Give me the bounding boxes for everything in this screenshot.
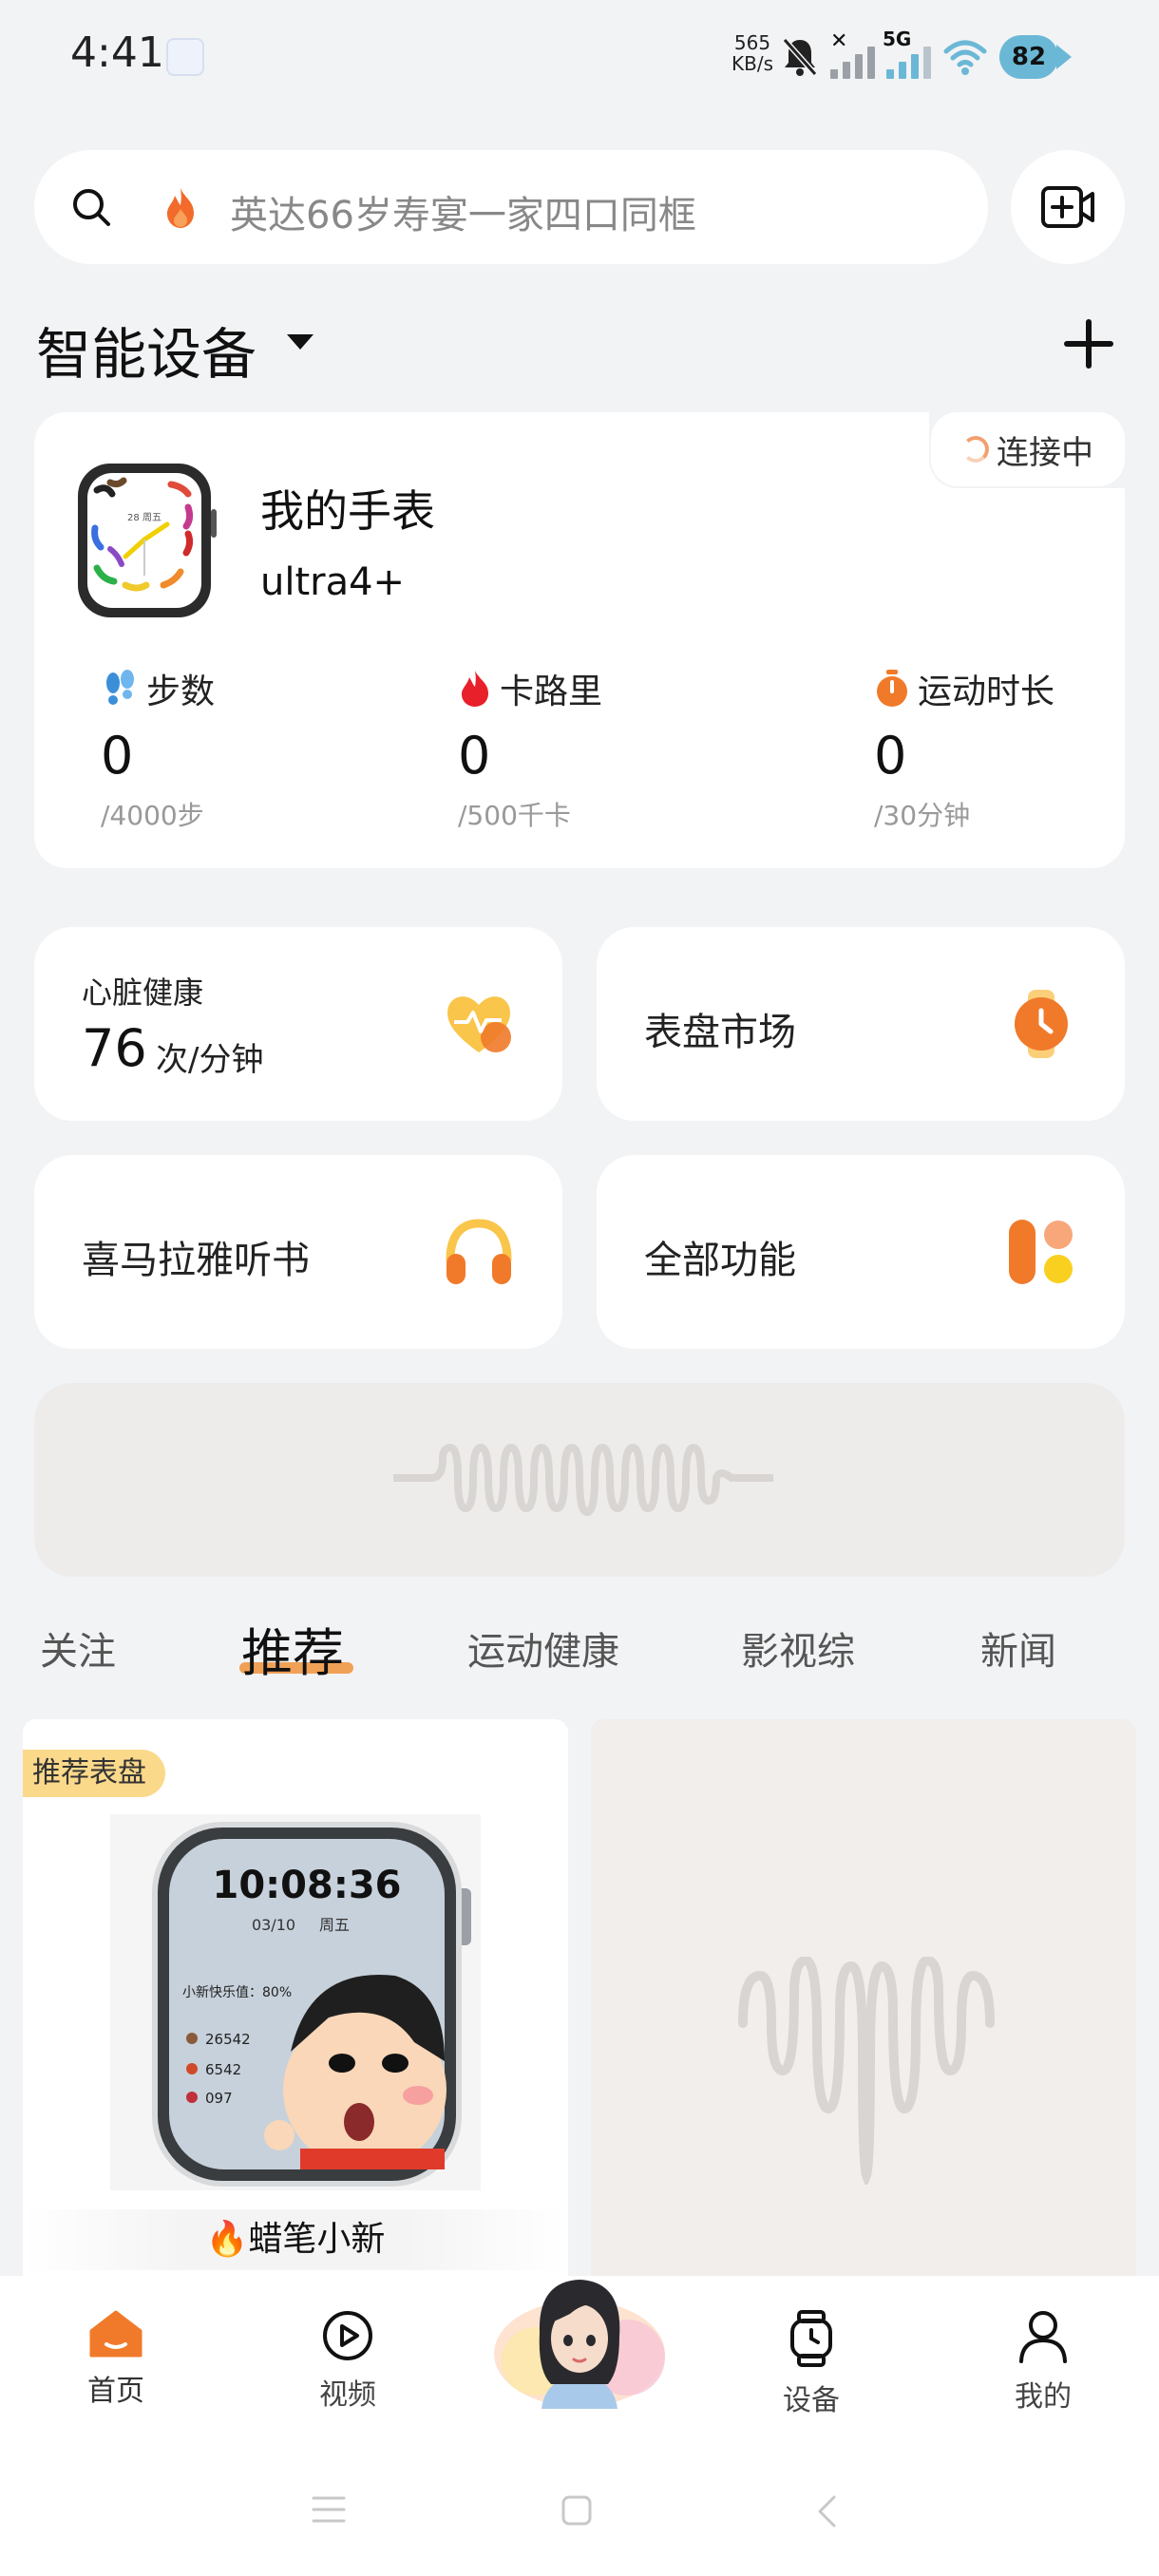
smart-devices-title[interactable]: 智能设备 (36, 310, 256, 389)
audiobook-label: 喜马拉雅听书 (82, 1239, 310, 1282)
heart-rate-value: 76 (82, 1018, 147, 1078)
nav-video-label: 视频 (319, 2378, 376, 2412)
svg-text:小新快乐值：80%: 小新快乐值：80% (182, 1985, 292, 2000)
watch-face-market-icon (1015, 990, 1068, 1058)
watch-face-market-label: 表盘市场 (644, 1011, 796, 1054)
stat-calories-value: 0 (458, 726, 491, 786)
trending-flame-icon (167, 188, 194, 228)
feed-caption: 🔥蜡笔小新 (23, 2209, 568, 2270)
signal-no-sim-icon: ✕ (830, 29, 875, 79)
home-icon (89, 2310, 142, 2358)
back-icon[interactable] (815, 2494, 838, 2529)
all-functions-icon (1009, 1220, 1073, 1284)
signal-5g-icon: 5G (883, 28, 931, 79)
feed-card-loading[interactable] (591, 1719, 1136, 2289)
status-bar: 4:41 565 KB/s ✕ 5G 82 (0, 0, 1159, 114)
stopwatch-icon (877, 670, 907, 707)
tab-follow[interactable]: 关注 (40, 1620, 116, 1676)
feed-card-watch-face[interactable]: 推荐表盘 10:08:36 03/10 周五 小新快乐值：80% 26542 6… (23, 1719, 568, 2289)
heart-health-title: 心脏健康 (82, 975, 204, 1011)
bell-muted-icon (782, 38, 818, 76)
svg-text:097: 097 (205, 2090, 233, 2107)
heart-rate-unit: 次/分钟 (156, 1041, 264, 1079)
all-functions-card[interactable]: 全部功能 (597, 1155, 1125, 1349)
tab-recommended[interactable]: 推荐 (241, 1611, 344, 1686)
svg-text:26542: 26542 (205, 2031, 251, 2048)
network-type: 5G (883, 28, 912, 50)
add-device-button[interactable] (1064, 319, 1113, 369)
nav-home-label: 首页 (87, 2375, 144, 2408)
nav-profile[interactable]: 我的 (986, 2310, 1100, 2415)
watch-thumbnail-icon: 28 周五 (78, 464, 217, 617)
recent-apps-icon[interactable] (312, 2494, 346, 2525)
bottom-navigation: 首页 视频 设备 我的 (0, 2276, 1159, 2576)
device-model: ultra4+ (260, 560, 406, 604)
feed-caption-text: 蜡笔小新 (248, 2220, 386, 2259)
video-add-icon (1041, 186, 1094, 228)
loading-wave-icon (393, 1443, 773, 1516)
caption-flame-icon: 🔥 (205, 2220, 249, 2259)
heart-pulse-icon (447, 996, 511, 1052)
network-speed: 565 KB/s (732, 32, 773, 74)
app-notification-icon (166, 38, 204, 76)
status-icons: ✕ 5G 82 (781, 28, 1072, 84)
heart-health-card[interactable]: 心脏健康 76 次/分钟 (34, 927, 562, 1121)
search-placeholder: 英达66岁寿宴一家四口同框 (230, 194, 696, 237)
search-icon (73, 189, 110, 226)
nav-profile-label: 我的 (1015, 2380, 1072, 2414)
tab-entertainment[interactable]: 影视综 (741, 1620, 855, 1676)
loading-spinner-icon (962, 436, 989, 463)
stat-steps[interactable]: 步数 0 /4000步 (101, 665, 215, 833)
loading-heart-wave-icon (738, 1957, 995, 2185)
tab-news[interactable]: 新闻 (980, 1620, 1056, 1676)
stat-calories[interactable]: 卡路里 0 /500千卡 (458, 665, 602, 833)
flame-icon (462, 671, 488, 707)
stat-steps-label: 步数 (146, 672, 216, 711)
battery-indicator: 82 (999, 35, 1072, 79)
nav-home[interactable]: 首页 (59, 2310, 173, 2409)
person-icon (1019, 2311, 1067, 2363)
stat-steps-value: 0 (101, 726, 134, 786)
footprints-icon (106, 670, 134, 705)
home-button-icon[interactable] (560, 2494, 593, 2527)
audiobook-card[interactable]: 喜马拉雅听书 (34, 1155, 562, 1349)
play-icon (323, 2311, 372, 2360)
stat-exercise-time[interactable]: 运动时长 0 /30分钟 (874, 665, 1054, 833)
nav-device-label: 设备 (783, 2384, 840, 2417)
status-time: 4:41 (70, 28, 164, 77)
connection-status-badge: 连接中 (931, 412, 1125, 486)
all-functions-label: 全部功能 (644, 1239, 796, 1282)
tab-sports-health[interactable]: 运动健康 (467, 1620, 619, 1676)
stat-steps-goal: /4000步 (101, 800, 204, 831)
device-card[interactable]: 连接中 28 周五 我的手表 ultra4+ 步数 0 /4000步 卡路里 0… (34, 412, 1125, 868)
svg-text:28 周五: 28 周五 (127, 512, 162, 523)
watch-icon (790, 2310, 832, 2367)
svg-text:6542: 6542 (205, 2061, 241, 2078)
stat-calories-goal: /500千卡 (458, 800, 571, 831)
svg-text:周五: 周五 (319, 1916, 350, 1934)
svg-text:10:08:36: 10:08:36 (213, 1864, 402, 1907)
chevron-down-icon[interactable] (287, 334, 314, 350)
stat-exercise-goal: /30分钟 (874, 800, 971, 831)
search-bar[interactable]: 英达66岁寿宴一家四口同框 (34, 150, 988, 264)
stat-calories-label: 卡路里 (500, 672, 603, 711)
network-speed-unit: KB/s (732, 52, 773, 75)
battery-level: 82 (1011, 43, 1047, 71)
stat-exercise-value: 0 (874, 726, 907, 786)
device-name: 我的手表 (260, 485, 435, 537)
banner-placeholder[interactable] (34, 1383, 1125, 1577)
watch-face-preview: 10:08:36 03/10 周五 小新快乐值：80% 26542 6542 0… (110, 1814, 481, 2190)
stat-exercise-label: 运动时长 (918, 672, 1055, 711)
recommended-face-badge: 推荐表盘 (23, 1750, 165, 1797)
watch-face-market-card[interactable]: 表盘市场 (597, 927, 1125, 1121)
connection-status-text: 连接中 (997, 433, 1093, 472)
assistant-avatar[interactable] (494, 2266, 665, 2409)
headphones-icon (446, 1219, 512, 1284)
wifi-icon (943, 40, 987, 75)
nav-video[interactable]: 视频 (291, 2310, 405, 2413)
add-video-button[interactable] (1011, 150, 1125, 264)
network-speed-value: 565 (733, 31, 771, 54)
nav-device[interactable]: 设备 (754, 2310, 868, 2418)
svg-text:03/10: 03/10 (252, 1916, 295, 1934)
